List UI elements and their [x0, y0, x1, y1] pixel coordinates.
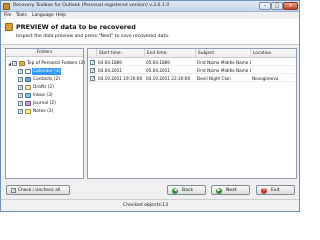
menu-language[interactable]: Language [32, 13, 54, 18]
app-icon [3, 3, 10, 10]
tree-item-label: Top of Personal Folders (2) [27, 61, 85, 66]
row-checkbox[interactable]: ✓ [90, 76, 95, 82]
menu-file[interactable]: File [4, 13, 11, 18]
cell-location [251, 59, 296, 66]
exit-button[interactable]: ✕ Exit [256, 185, 295, 195]
mailbox-icon [19, 61, 25, 66]
tree-checkbox[interactable]: ✓ [18, 85, 23, 91]
menu-bar: File Tools Language Help [1, 12, 299, 19]
contacts-icon [25, 77, 31, 82]
tree-item-label: Notes (3) [33, 109, 54, 114]
table-row[interactable]: ✓ 04.10.2011 19:30:00 04.10.2011 22:30:0… [88, 75, 296, 82]
tree-item-label: Contacts (2) [33, 77, 60, 82]
row-checkbox[interactable]: ✓ [90, 68, 95, 74]
back-button[interactable]: ◀ Back [167, 185, 206, 195]
back-arrow-icon: ◀ [172, 188, 178, 194]
minimize-button[interactable]: – [259, 2, 271, 10]
maximize-button[interactable]: □ [271, 2, 283, 10]
drafts-icon [25, 85, 31, 90]
tree-checkbox[interactable]: ✓ [18, 69, 23, 75]
folders-header: Folders [6, 49, 83, 57]
cell-end-time: 04.10.2011 22:30:00 [146, 76, 191, 81]
table-row[interactable]: ✓ 04.04.2011 05.04.2011 First Name Middl… [88, 67, 296, 74]
tree-item-label: Journal (2) [33, 101, 56, 106]
cell-subject: First Name Middle Name L [197, 68, 251, 73]
exit-x-icon: ✕ [261, 188, 267, 194]
tree-item-label: Drafts (2) [33, 85, 54, 90]
title-bar[interactable]: Recovery Toolbox for Outlook (Personal r… [1, 1, 299, 12]
journal-icon [25, 101, 31, 106]
check-uncheck-all-button[interactable]: ✓ Check / Uncheck all [6, 185, 70, 195]
next-button[interactable]: ▶ Next [211, 185, 250, 195]
inbox-icon [25, 93, 31, 98]
app-window: Recovery Toolbox for Outlook (Personal r… [0, 0, 300, 212]
close-button[interactable]: ✕ [283, 2, 298, 10]
table-row[interactable]: ✓ 04.04.1889 05.04.1889 First Name Middl… [88, 59, 296, 66]
column-header-location[interactable]: Location [251, 49, 296, 58]
menu-help[interactable]: Help [56, 13, 66, 18]
row-checkbox[interactable]: ✓ [90, 60, 95, 66]
items-grid[interactable]: Start time: End time: Subject Location ✓… [87, 48, 297, 179]
tree-item-label: Calendar (3) [32, 68, 62, 75]
checked-objects-status: Checked objects:13 [123, 203, 169, 208]
column-header-end-time[interactable]: End time: [145, 49, 196, 58]
column-header-subject[interactable]: Subject [196, 49, 251, 58]
menu-tools[interactable]: Tools [16, 13, 27, 18]
checkbox-icon: ✓ [11, 188, 17, 194]
tree-checkbox[interactable]: ✓ [12, 61, 17, 67]
footer: ✓ Check / Uncheck all ◀ Back ▶ Next ✕ Ex… [1, 182, 299, 213]
cell-start-time: 04.04.1889 [98, 60, 122, 65]
window-title: Recovery Toolbox for Outlook (Personal r… [13, 3, 170, 8]
page-subtitle: Inspect the data preview and press "Next… [16, 34, 170, 39]
tree-checkbox[interactable]: ✓ [18, 77, 23, 83]
cell-subject: First Name Middle Name L [197, 60, 251, 65]
cell-start-time: 04.10.2011 19:30:00 [98, 76, 143, 81]
preview-icon [5, 23, 13, 31]
cell-end-time: 05.04.2011 [146, 68, 170, 73]
page-title: PREVIEW of data to be recovered [16, 23, 136, 31]
folders-tree[interactable]: Folders ◢ ✓ Top of Personal Folders (2) … [5, 48, 85, 179]
column-header-check[interactable] [88, 49, 97, 58]
grid-header: Start time: End time: Subject Location [88, 49, 296, 58]
back-label: Back [182, 188, 194, 193]
tree-checkbox[interactable]: ✓ [18, 109, 23, 115]
next-arrow-icon: ▶ [216, 188, 222, 194]
cell-end-time: 05.04.1889 [146, 60, 170, 65]
calendar-icon [25, 69, 31, 74]
tree-item-label: Inbox (3) [33, 93, 53, 98]
exit-label: Exit [271, 188, 280, 193]
cell-location [251, 67, 296, 74]
check-uncheck-all-label: Check / Uncheck all [18, 188, 61, 193]
cell-subject: Devil Night Clan [197, 76, 231, 81]
cell-location: Novogireevo [252, 76, 279, 81]
cell-start-time: 04.04.2011 [98, 68, 122, 73]
status-bar: Checked objects:13 [1, 199, 299, 211]
page-header: PREVIEW of data to be recovered Inspect … [1, 19, 299, 45]
column-header-start-time[interactable]: Start time: [97, 49, 145, 58]
tree-checkbox[interactable]: ✓ [18, 93, 23, 99]
notes-icon [25, 109, 31, 114]
tree-checkbox[interactable]: ✓ [18, 101, 23, 107]
next-label: Next [226, 188, 237, 193]
